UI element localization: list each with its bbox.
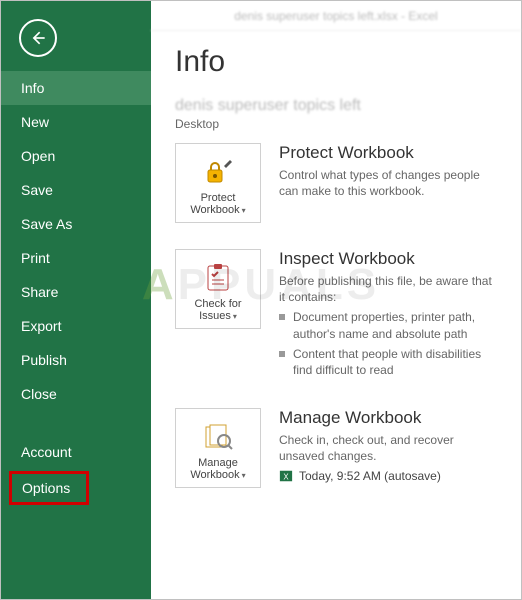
check-for-issues-button[interactable]: Check for Issues▾ <box>175 249 261 329</box>
chevron-down-icon: ▾ <box>242 206 246 215</box>
back-button[interactable] <box>19 19 57 57</box>
svg-text:X: X <box>283 472 289 481</box>
autosave-text: Today, 9:52 AM (autosave) <box>299 469 441 483</box>
app-frame: Info New Open Save Save As Print Share E… <box>0 0 522 600</box>
sidebar-item-save[interactable]: Save <box>1 173 151 207</box>
page-title: Info <box>175 45 497 79</box>
manage-section: Manage Workbook▾ Manage Workbook Check i… <box>175 408 497 488</box>
sidebar-item-label: Account <box>21 444 72 460</box>
sidebar-item-share[interactable]: Share <box>1 275 151 309</box>
tile-label: Manage Workbook▾ <box>190 457 245 481</box>
sidebar-item-label: Close <box>21 386 57 402</box>
chevron-down-icon: ▾ <box>242 471 246 480</box>
manage-body: Manage Workbook Check in, check out, and… <box>279 408 497 488</box>
protect-section: Protect Workbook▾ Protect Workbook Contr… <box>175 143 497 223</box>
section-title: Protect Workbook <box>279 143 497 163</box>
sidebar-item-label: Open <box>21 148 55 164</box>
sidebar-item-new[interactable]: New <box>1 105 151 139</box>
sidebar-item-close[interactable]: Close <box>1 377 151 411</box>
list-item: Document properties, printer path, autho… <box>279 309 497 341</box>
sidebar-item-info[interactable]: Info <box>1 71 151 105</box>
sidebar-nav: Info New Open Save Save As Print Share E… <box>1 71 151 469</box>
info-content: Info denis superuser topics left Desktop… <box>151 31 521 514</box>
sidebar-item-label: Info <box>21 80 44 96</box>
sidebar-item-options[interactable]: Options <box>9 471 89 505</box>
window-titlebar: denis superuser topics left.xlsx - Excel <box>151 1 521 31</box>
section-desc: Check in, check out, and recover unsaved… <box>279 432 497 464</box>
protect-workbook-button[interactable]: Protect Workbook▾ <box>175 143 261 223</box>
section-title: Manage Workbook <box>279 408 497 428</box>
autosave-entry[interactable]: X Today, 9:52 AM (autosave) <box>279 469 497 483</box>
inspect-body: Inspect Workbook Before publishing this … <box>279 249 497 382</box>
protect-body: Protect Workbook Control what types of c… <box>279 143 497 223</box>
sidebar-item-label: Options <box>22 480 70 496</box>
backstage-sidebar: Info New Open Save Save As Print Share E… <box>1 1 151 599</box>
chevron-down-icon: ▾ <box>233 312 237 321</box>
inspect-section: Check for Issues▾ Inspect Workbook Befor… <box>175 249 497 382</box>
section-title: Inspect Workbook <box>279 249 497 269</box>
tile-label: Check for Issues▾ <box>194 298 241 322</box>
arrow-left-icon <box>28 28 48 48</box>
sidebar-item-publish[interactable]: Publish <box>1 343 151 377</box>
window-title: denis superuser topics left.xlsx - Excel <box>234 9 437 23</box>
sidebar-item-label: Save As <box>21 216 72 232</box>
sidebar-item-save-as[interactable]: Save As <box>1 207 151 241</box>
manage-workbook-button[interactable]: Manage Workbook▾ <box>175 408 261 488</box>
section-desc: Control what types of changes people can… <box>279 167 497 199</box>
tile-label: Protect Workbook▾ <box>190 192 245 216</box>
checklist-icon <box>202 262 234 294</box>
sidebar-item-label: Print <box>21 250 50 266</box>
sidebar-item-open[interactable]: Open <box>1 139 151 173</box>
sidebar-item-label: Export <box>21 318 61 334</box>
sidebar-item-account[interactable]: Account <box>1 435 151 469</box>
list-item: Content that people with disabilities fi… <box>279 346 497 378</box>
sidebar-item-label: Publish <box>21 352 67 368</box>
excel-file-icon: X <box>279 469 293 483</box>
sidebar-item-print[interactable]: Print <box>1 241 151 275</box>
section-desc: Before publishing this file, be aware th… <box>279 273 497 305</box>
sidebar-item-export[interactable]: Export <box>1 309 151 343</box>
sidebar-item-label: Save <box>21 182 53 198</box>
sidebar-item-label: New <box>21 114 49 130</box>
inspect-bullets: Document properties, printer path, autho… <box>279 309 497 378</box>
document-name: denis superuser topics left <box>175 97 497 115</box>
document-location: Desktop <box>175 117 497 131</box>
lock-key-icon <box>202 156 234 188</box>
main-panel: denis superuser topics left.xlsx - Excel… <box>151 1 521 599</box>
sidebar-item-label: Share <box>21 284 58 300</box>
manage-document-icon <box>202 421 234 453</box>
